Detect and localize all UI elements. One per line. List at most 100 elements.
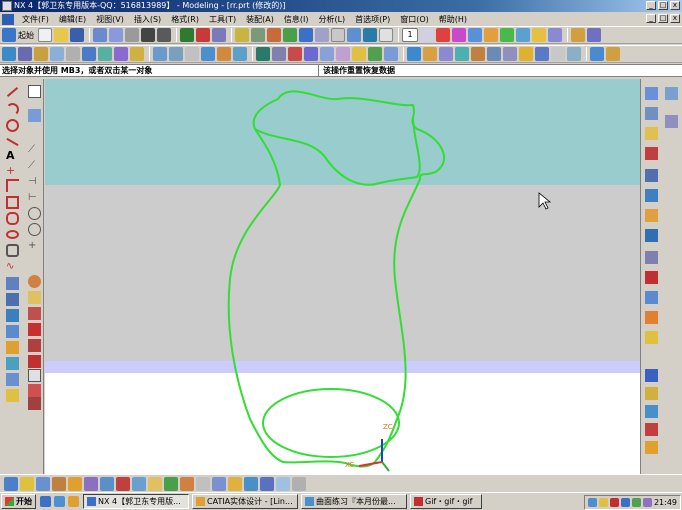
work-layer-field[interactable]: 1	[402, 28, 418, 42]
constraint-navigator-icon[interactable]	[665, 115, 678, 128]
close-button[interactable]: x	[670, 1, 680, 10]
rim-curve[interactable]	[254, 116, 421, 186]
surface-curve-icon[interactable]	[6, 309, 19, 322]
clock[interactable]: 21:49	[654, 498, 677, 507]
trim-corner-icon[interactable]	[28, 291, 41, 304]
vase-profile-curve[interactable]	[227, 90, 446, 468]
part-navigator-icon[interactable]	[665, 87, 678, 100]
messenger-icon[interactable]	[631, 498, 641, 507]
polygon-icon[interactable]	[82, 47, 96, 61]
internet-explorer-icon[interactable]	[54, 496, 65, 507]
corner-icon[interactable]	[6, 179, 19, 192]
snap-center-icon[interactable]	[100, 476, 114, 491]
menu-format[interactable]: 格式(R)	[166, 14, 204, 25]
doc-close-button[interactable]: x	[670, 14, 680, 23]
sketch-icon[interactable]	[28, 109, 41, 122]
surface-analysis-icon[interactable]	[590, 47, 604, 61]
menu-analysis[interactable]: 分析(L)	[313, 14, 350, 25]
curve-analysis-icon[interactable]	[606, 47, 620, 61]
perspective-icon[interactable]	[315, 28, 329, 42]
edit-display-icon[interactable]	[571, 28, 585, 42]
edit-fillet-icon[interactable]	[28, 323, 41, 336]
chamfer-icon[interactable]	[352, 47, 366, 61]
menu-view[interactable]: 视图(V)	[91, 14, 129, 25]
doc-restore-button[interactable]: □	[658, 14, 668, 23]
helix-icon[interactable]	[6, 277, 19, 290]
rectangle-icon[interactable]	[66, 47, 80, 61]
edge-blend-icon[interactable]	[336, 47, 350, 61]
menu-preferences[interactable]: 首选项(P)	[350, 14, 395, 25]
arc-icon[interactable]	[6, 103, 19, 116]
update-icon[interactable]	[642, 498, 652, 507]
unite-icon[interactable]	[256, 47, 270, 61]
menu-information[interactable]: 信息(I)	[279, 14, 314, 25]
save-icon[interactable]	[70, 28, 84, 42]
open-folder-icon[interactable]	[54, 28, 68, 42]
snap-quadrant-icon[interactable]	[116, 476, 130, 491]
save-wcs-icon[interactable]	[548, 28, 562, 42]
move-to-layer-icon[interactable]	[436, 28, 450, 42]
n-sided-surface-icon[interactable]	[567, 47, 581, 61]
menu-help[interactable]: 帮助(H)	[434, 14, 472, 25]
law-curve-icon[interactable]	[6, 293, 19, 306]
palette-icon[interactable]	[645, 229, 658, 242]
history-icon[interactable]	[645, 127, 658, 140]
view-iso-icon[interactable]	[645, 423, 658, 436]
manufacturing-wizard-icon[interactable]	[645, 271, 658, 284]
wcs-orient-icon[interactable]	[516, 28, 530, 42]
snap-control-point-icon[interactable]	[68, 476, 82, 491]
sew-icon[interactable]	[471, 47, 485, 61]
offset-curve-icon[interactable]: ⟋	[28, 143, 41, 156]
ellipse-icon[interactable]	[98, 47, 112, 61]
bridge-curve-icon[interactable]: ⟋	[28, 159, 41, 172]
scale-body-icon[interactable]	[455, 47, 469, 61]
arc-icon[interactable]	[34, 47, 48, 61]
wcs-display-icon[interactable]	[532, 28, 546, 42]
spline-icon[interactable]: ∿	[6, 260, 19, 273]
templates-icon[interactable]	[645, 291, 658, 304]
through-curves-icon[interactable]	[519, 47, 533, 61]
properties-icon[interactable]	[196, 28, 210, 42]
rectangle-icon[interactable]	[6, 196, 19, 209]
through-mesh-icon[interactable]	[535, 47, 549, 61]
patch-icon[interactable]	[503, 47, 517, 61]
helix-icon[interactable]	[130, 47, 144, 61]
divide-curve-icon[interactable]	[28, 307, 41, 320]
new-file-icon[interactable]	[38, 28, 52, 42]
extrude-icon[interactable]	[153, 47, 167, 61]
zoom-icon[interactable]	[251, 28, 265, 42]
snap-on-curve-icon[interactable]	[148, 476, 162, 491]
zoom-in-out-icon[interactable]	[267, 28, 281, 42]
fillet-icon[interactable]	[6, 137, 19, 147]
media-player-icon[interactable]	[68, 496, 79, 507]
antivirus-icon[interactable]	[609, 498, 619, 507]
edit-parameters-icon[interactable]	[28, 397, 41, 410]
layer-settings-icon[interactable]	[420, 28, 434, 42]
snap-arc-center-icon[interactable]	[212, 476, 226, 491]
assembly-navigator-icon[interactable]	[645, 107, 658, 120]
wcs-rotate-icon[interactable]	[500, 28, 514, 42]
boss-icon[interactable]	[217, 47, 231, 61]
conic-icon[interactable]	[6, 244, 19, 257]
polygon-icon[interactable]	[6, 212, 19, 225]
view-right-icon[interactable]	[645, 405, 658, 418]
edit-spline-icon[interactable]	[28, 384, 41, 397]
show-desktop-icon[interactable]	[40, 496, 51, 507]
filter-icon[interactable]	[4, 476, 18, 491]
base-ellipse[interactable]	[262, 388, 400, 458]
pan-icon[interactable]	[299, 28, 313, 42]
menu-edit[interactable]: 编辑(E)	[54, 14, 91, 25]
extract-curve-icon[interactable]	[28, 223, 41, 236]
mirror-curve-icon[interactable]	[6, 373, 19, 386]
restore-view-icon[interactable]	[331, 28, 345, 42]
reuse-library-icon[interactable]	[645, 147, 658, 160]
sweep-icon[interactable]	[185, 47, 199, 61]
line-icon[interactable]	[6, 87, 19, 97]
circle-icon[interactable]	[6, 119, 19, 132]
snap-existing-point-icon[interactable]	[132, 476, 146, 491]
network-icon[interactable]	[587, 498, 597, 507]
pocket-icon[interactable]	[233, 47, 247, 61]
smooth-spline-icon[interactable]	[28, 369, 41, 382]
snap-point-on-curve-icon[interactable]	[180, 476, 194, 491]
select-icon[interactable]	[28, 85, 41, 98]
